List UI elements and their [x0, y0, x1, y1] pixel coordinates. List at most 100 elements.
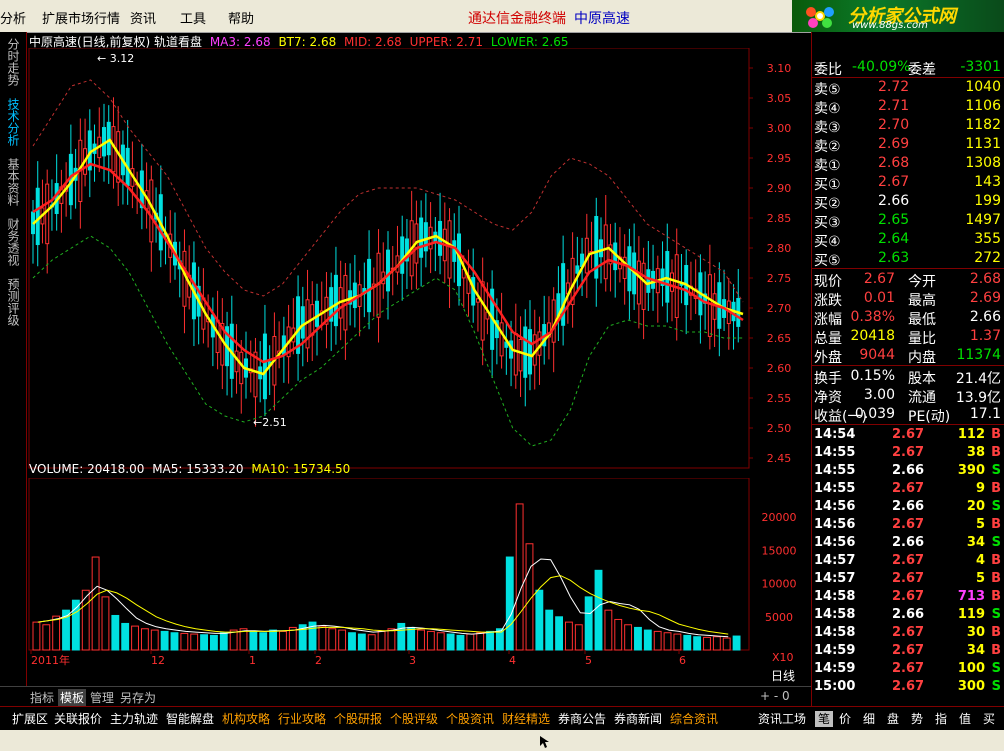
bottom-tab-7[interactable]: 个股评级: [390, 711, 438, 727]
tick-side: S: [991, 535, 1001, 550]
stat-row: 总量 20418 量比 1.37: [812, 327, 1004, 347]
volume-bar: [249, 630, 258, 651]
quote-view-tab-4[interactable]: 势: [911, 711, 923, 727]
sidebar-tab-fundamentals[interactable]: 基本资料: [6, 158, 20, 206]
legend-vol-ma10: MA10: 15734.50: [251, 462, 351, 476]
candle-body: [513, 333, 518, 376]
candle-body: [670, 272, 674, 292]
quote-view-tab-2[interactable]: 细: [863, 711, 875, 727]
price-chart[interactable]: 3.10 3.05 3.00 2.95 2.90 2.85 2.80 2.75 2.70 2.65…: [27, 48, 811, 478]
bid-label: 买③: [814, 215, 841, 231]
candle-body: [646, 269, 651, 293]
bid-price: 2.64: [878, 231, 910, 247]
sidebar-tab-financials[interactable]: 财务透视: [6, 218, 20, 266]
menu-tools[interactable]: 工具: [180, 8, 206, 27]
stat-row: 收益(一) 0.039 PE(动) 17.1: [812, 405, 1004, 425]
volume-bar: [594, 569, 603, 651]
bottom-tab-1[interactable]: 关联报价: [54, 711, 102, 727]
tab-template[interactable]: 模板: [58, 689, 87, 706]
tick-price: 2.66: [892, 499, 925, 514]
zoom-controls[interactable]: + - 0: [760, 689, 790, 703]
quote-view-tab-6[interactable]: 值: [959, 711, 971, 727]
tick-row: 14:56 2.66 34 S: [812, 534, 1004, 552]
quote-view-tab-7[interactable]: 买: [983, 711, 995, 727]
bottom-tab-2[interactable]: 主力轨迹: [110, 711, 158, 727]
quote-view-tab-1[interactable]: 价: [839, 711, 851, 727]
sidebar-tab-rating[interactable]: 预测评级: [6, 278, 20, 326]
quote-view-tab-0[interactable]: 笔: [815, 711, 834, 727]
volume-legend: VOLUME: 20418.00 MA5: 15333.20 MA10: 157…: [29, 462, 350, 476]
period-label[interactable]: 日线: [771, 667, 795, 684]
sidebar-tab-intraday[interactable]: 分时走势: [6, 38, 20, 86]
bottom-tab-4[interactable]: 机构攻略: [222, 711, 270, 727]
menu-extended-market[interactable]: 扩展市场行情: [42, 8, 120, 27]
bottom-tab-0[interactable]: 扩展区: [12, 711, 48, 727]
ask-price: 2.72: [878, 79, 910, 95]
quote-view-tab-3[interactable]: 盘: [887, 711, 899, 727]
menu-news[interactable]: 资讯: [130, 8, 156, 27]
bottom-tab-12[interactable]: 综合资讯: [670, 711, 718, 727]
x-axis-label: 3: [409, 654, 416, 667]
candle-body: [447, 220, 452, 279]
volume-frame: [28, 478, 750, 651]
volume-bar: [466, 633, 475, 651]
tick-time: 14:56: [814, 517, 856, 532]
menu-analysis[interactable]: 分析: [0, 8, 26, 27]
tick-price: 2.67: [892, 481, 925, 496]
ask-label: 卖①: [814, 158, 841, 174]
bid-label: 买⑤: [814, 253, 841, 269]
bottom-tab-8[interactable]: 个股资讯: [446, 711, 494, 727]
tick-volume: 9: [975, 481, 985, 496]
weibi-value: -40.09%: [852, 59, 911, 75]
chart-area[interactable]: 中原高速(日线,前复权) 轨道看盘 MA3: 2.68 BT7: 2.68 MI…: [27, 32, 811, 686]
ask-price: 2.70: [878, 117, 910, 133]
quote-view-tab-5[interactable]: 指: [935, 711, 947, 727]
left-sidebar: 分时走势 技术分析 基本资料 财务透视 预测评级: [0, 32, 27, 686]
tick-volume: 34: [966, 643, 985, 658]
stat-value: 17.1: [969, 406, 1001, 422]
stat-value: 2.67: [863, 271, 895, 287]
tick-time: 14:58: [814, 607, 856, 622]
bid-price: 2.65: [878, 212, 910, 228]
volume-bar: [150, 629, 159, 651]
candle-body: [333, 274, 338, 327]
bottom-tab-13[interactable]: 资讯工场: [758, 711, 806, 727]
price-tick-label: 2.65: [767, 332, 792, 345]
volume-bar: [131, 625, 139, 651]
volume-bar: [170, 632, 179, 651]
candle-body: [239, 351, 244, 385]
tick-side: B: [991, 445, 1001, 460]
price-tick-label: 2.80: [767, 242, 792, 255]
candle-body: [45, 183, 50, 245]
bid-row: 买⑤ 2.63 272: [812, 249, 1004, 269]
candle-body: [575, 265, 580, 274]
ask-price: 2.69: [878, 136, 910, 152]
tab-indicator[interactable]: 指标: [30, 689, 54, 706]
menu-help[interactable]: 帮助: [228, 8, 254, 27]
volume-bar: [732, 635, 741, 651]
ask-row: 卖② 2.69 1131: [812, 135, 1004, 155]
bottom-tab-11[interactable]: 券商新闻: [614, 711, 662, 727]
sidebar-tab-technical[interactable]: 技术分析: [6, 98, 20, 146]
volume-bar: [574, 624, 583, 651]
chart-title: 中原高速(日线,前复权) 轨道看盘: [29, 35, 202, 49]
tick-price: 2.66: [892, 463, 925, 478]
stat-label: 量比: [908, 331, 936, 347]
bottom-tab-3[interactable]: 智能解盘: [166, 711, 214, 727]
tick-row: 14:57 2.67 5 B: [812, 570, 1004, 588]
bottom-tab-9[interactable]: 财经精选: [502, 711, 550, 727]
tab-manage[interactable]: 管理: [90, 689, 114, 706]
stat-label: 最高: [908, 293, 936, 309]
cursor-icon: [540, 736, 549, 748]
stat-label: 最低: [908, 312, 936, 328]
bottom-tab-6[interactable]: 个股研报: [334, 711, 382, 727]
bottom-tab-10[interactable]: 券商公告: [558, 711, 606, 727]
stat-label: 现价: [814, 274, 842, 290]
volume-bar: [722, 637, 731, 651]
tab-save-as[interactable]: 另存为: [120, 689, 156, 706]
volume-bar: [367, 634, 376, 651]
price-tick-label: 3.00: [767, 122, 792, 135]
volume-chart[interactable]: 20000150001000050002011年 12 1 2 3 4 5 6: [27, 478, 811, 668]
volume-bar: [505, 556, 514, 651]
bottom-tab-5[interactable]: 行业攻略: [278, 711, 326, 727]
